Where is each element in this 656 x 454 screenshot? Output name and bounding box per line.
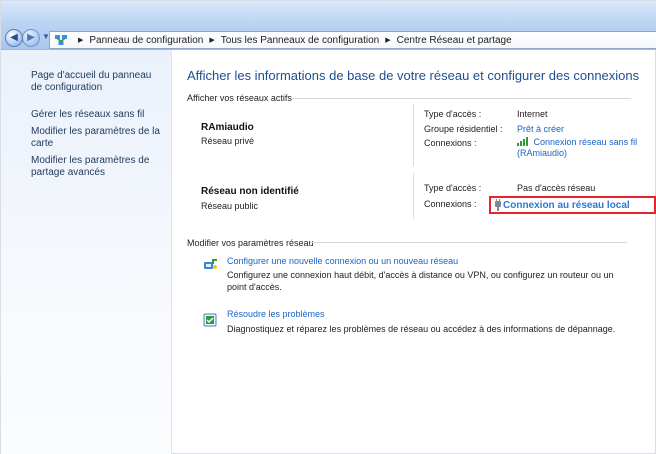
sidebar: Page d'accueil du panneau de configurati… xyxy=(1,50,172,454)
network-center-icon-svg xyxy=(55,35,67,45)
network-center-icon xyxy=(54,33,68,47)
network-1-access-value: Internet xyxy=(517,109,548,119)
breadcrumb-control-panel[interactable]: Panneau de configuration xyxy=(89,35,203,46)
back-arrow-icon: ◀ xyxy=(10,32,18,43)
active-networks-heading: Afficher vos réseaux actifs xyxy=(187,93,292,103)
network-1-name: RAmiaudio xyxy=(201,122,254,133)
breadcrumb-separator-0: ▶ xyxy=(78,37,84,44)
topbar: ◀ ▶ ▼ ▶ Panneau de configuration ▶ Tous … xyxy=(1,1,656,50)
new-connection-link[interactable]: Configurer une nouvelle connexion ou un … xyxy=(227,256,458,266)
local-connection-text[interactable]: Connexion au réseau local xyxy=(503,200,630,211)
troubleshoot-icon xyxy=(203,313,217,327)
new-connection-icon xyxy=(204,259,217,269)
modify-settings-heading: Modifier vos paramètres réseau xyxy=(187,238,314,248)
ethernet-plug-icon xyxy=(494,199,502,211)
troubleshoot-description: Diagnostiquez et réparez les problèmes d… xyxy=(227,324,616,334)
network-1-connections-label: Connexions : xyxy=(424,138,477,148)
sidebar-home-link[interactable]: Page d'accueil du panneau de configurati… xyxy=(31,70,163,94)
network-2-separator xyxy=(413,173,414,219)
network-1-type: Réseau privé xyxy=(201,136,255,146)
new-connection-description: Configurez une connexion haut débit, d'a… xyxy=(227,270,614,292)
network-1-connection-text[interactable]: Connexion réseau sans fil (RAmiaudio) xyxy=(517,137,637,158)
network-2-type: Réseau public xyxy=(201,201,259,211)
page-title: Afficher les informations de base de vot… xyxy=(187,68,640,83)
breadcrumb-separator-1: ▶ xyxy=(209,37,215,44)
window: ◀ ▶ ▼ ▶ Panneau de configuration ▶ Tous … xyxy=(0,0,656,454)
local-connection-link[interactable]: Connexion au réseau local xyxy=(489,196,656,214)
sidebar-manage-wireless-link[interactable]: Gérer les réseaux sans fil xyxy=(31,109,163,121)
network-1-homegroup-label: Groupe résidentiel : xyxy=(424,124,503,134)
forward-arrow-icon: ▶ xyxy=(27,32,35,43)
breadcrumb-separator-2: ▶ xyxy=(385,37,391,44)
ethernet-plug-icon-svg xyxy=(495,199,501,211)
back-button[interactable]: ◀ xyxy=(5,29,23,47)
main-content: Afficher les informations de base de vot… xyxy=(172,50,656,454)
network-1-access-label: Type d'accès : xyxy=(424,109,482,119)
breadcrumb-all-control-panels[interactable]: Tous les Panneaux de configuration xyxy=(221,35,379,46)
troubleshoot-link[interactable]: Résoudre les problèmes xyxy=(227,309,325,319)
network-2-access-label: Type d'accès : xyxy=(424,183,482,193)
sidebar-sharing-settings-link[interactable]: Modifier les paramètres de partage avanc… xyxy=(31,155,163,179)
network-1-homegroup-link[interactable]: Prêt à créer xyxy=(517,124,564,135)
network-2-access-value: Pas d'accès réseau xyxy=(517,183,596,193)
breadcrumb-network-center[interactable]: Centre Réseau et partage xyxy=(397,35,512,46)
network-1-connection-link[interactable]: Connexion réseau sans fil (RAmiaudio) xyxy=(517,136,642,159)
network-2-name: Réseau non identifié xyxy=(201,186,299,197)
wireless-signal-icon xyxy=(517,137,528,146)
network-2-connections-label: Connexions : xyxy=(424,199,477,209)
active-networks-divider xyxy=(291,98,631,99)
forward-button[interactable]: ▶ xyxy=(22,29,40,47)
address-bar[interactable]: ▶ Panneau de configuration ▶ Tous les Pa… xyxy=(49,31,656,49)
sidebar-adapter-settings-link[interactable]: Modifier les paramètres de la carte xyxy=(31,126,163,150)
network-1-separator xyxy=(413,104,414,166)
modify-settings-divider xyxy=(310,242,627,243)
